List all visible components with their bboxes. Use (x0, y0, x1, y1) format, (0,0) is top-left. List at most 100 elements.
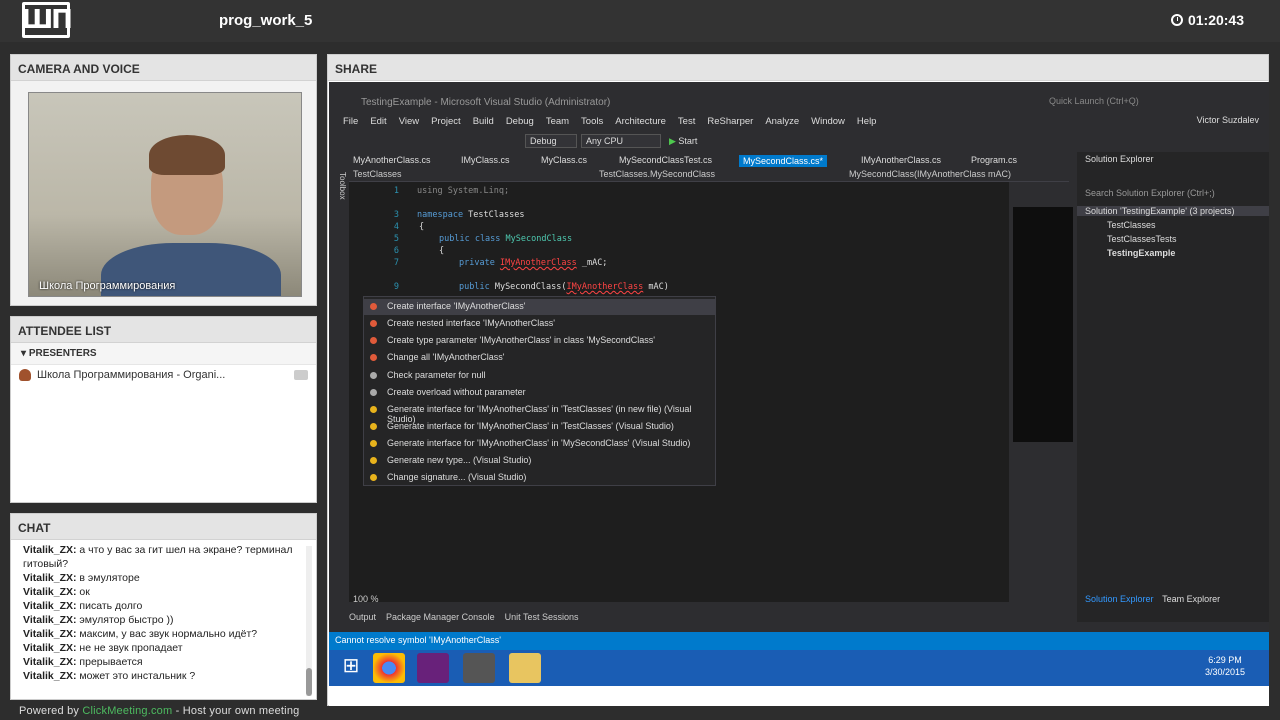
menu-item[interactable]: File (337, 113, 364, 131)
powered-rest: - Host your own meeting (172, 705, 300, 717)
bottom-tab[interactable]: Unit Test Sessions (505, 612, 579, 622)
webcam-video: Школа Программирования (28, 92, 302, 297)
speaker-icon[interactable] (294, 370, 308, 380)
quickfix-item[interactable]: Change signature... (Visual Studio) (364, 470, 716, 486)
video-caption: Школа Программирования (39, 280, 176, 292)
platform-dropdown[interactable]: Any CPU (581, 134, 661, 148)
editor-tab[interactable]: MySecondClassTest.cs (619, 155, 712, 165)
menu-item[interactable]: Help (851, 113, 883, 131)
quickfix-item[interactable]: Generate new type... (Visual Studio) (364, 453, 716, 469)
bottom-tab[interactable]: Output (349, 612, 376, 622)
quickfix-item[interactable]: Generate interface for 'IMyAnotherClass'… (364, 419, 716, 435)
code-line: { (439, 246, 445, 256)
code-line: public MySecondClass(IMyAnotherClass mAC… (459, 282, 669, 292)
quickfix-label: Create nested interface 'IMyAnotherClass… (387, 318, 556, 328)
chat-user: Vitalik_ZX: (23, 642, 77, 654)
quickfix-label: Check parameter for null (387, 370, 486, 380)
menu-item[interactable]: ReSharper (701, 113, 759, 131)
se-root[interactable]: Solution 'TestingExample' (3 projects) (1077, 206, 1269, 216)
te-tab[interactable]: Team Explorer (1162, 594, 1220, 604)
git-icon[interactable] (463, 653, 495, 683)
editor-tab[interactable]: MySecondClass.cs* (739, 155, 828, 167)
bottom-tab[interactable]: Package Manager Console (386, 612, 495, 622)
attendee-panel: ATTENDEE LIST ▾ PRESENTERS Школа Програм… (10, 316, 317, 503)
line-number: 9 (393, 282, 399, 292)
nav-project[interactable]: TestClasses (353, 169, 402, 179)
start-button[interactable]: ▶ Start (669, 136, 697, 147)
menu-item[interactable]: Analyze (759, 113, 805, 131)
clickmeeting-link[interactable]: ClickMeeting.com (82, 705, 172, 717)
line-number: 7 (393, 258, 399, 268)
powered-by: Powered by ClickMeeting.com - Host your … (19, 705, 299, 717)
visual-studio-icon[interactable] (417, 653, 449, 683)
windows-start-icon[interactable]: ⊞ (335, 653, 367, 683)
chat-user: Vitalik_ZX: (23, 656, 77, 668)
logo: ШП (21, 2, 73, 38)
se-search[interactable]: Search Solution Explorer (Ctrl+;) (1077, 188, 1269, 198)
chat-text: ок (79, 586, 90, 598)
se-project[interactable]: TestClassesTests (1077, 234, 1269, 244)
menu-item[interactable]: Project (425, 113, 467, 131)
quickfix-item[interactable]: Create type parameter 'IMyAnotherClass' … (364, 333, 716, 349)
shared-screen: TestingExample - Microsoft Visual Studio… (329, 82, 1269, 706)
quickfix-item[interactable]: Change all 'IMyAnotherClass' (364, 350, 716, 366)
bulb-icon (370, 389, 377, 396)
quickfix-item[interactable]: Check parameter for null (364, 368, 716, 384)
menu-item[interactable]: Edit (364, 113, 392, 131)
menu-item[interactable]: Build (467, 113, 500, 131)
editor-tab[interactable]: MyClass.cs (541, 155, 587, 165)
chat-scrollbar[interactable] (306, 546, 312, 696)
chat-user: Vitalik_ZX: (23, 628, 77, 640)
menu-item[interactable]: Tools (575, 113, 609, 131)
se-tabs[interactable]: Solution Explorer Team Explorer (1077, 594, 1269, 604)
editor-tab[interactable]: MyAnotherClass.cs (353, 155, 431, 165)
nav-bar: TestClasses TestClasses.MySecondClass My… (349, 168, 1069, 182)
chat-message: Vitalik_ZX: писать долго (23, 599, 304, 613)
chat-user: Vitalik_ZX: (23, 670, 77, 682)
system-clock: 6:29 PM 3/30/2015 (1205, 654, 1245, 678)
keyword: public (459, 282, 495, 292)
menu-item[interactable]: Team (540, 113, 575, 131)
quickfix-item[interactable]: Create overload without parameter (364, 385, 716, 401)
quickfix-item[interactable]: Generate interface for 'IMyAnotherClass'… (364, 436, 716, 452)
quickfix-item[interactable]: Create interface 'IMyAnotherClass' (364, 299, 716, 315)
bulb-icon (370, 354, 377, 361)
quickfix-item[interactable]: Generate interface for 'IMyAnotherClass'… (364, 402, 716, 424)
start-label: Start (678, 136, 698, 146)
se-tab[interactable]: Solution Explorer (1085, 594, 1154, 604)
editor-tab[interactable]: Program.cs (971, 155, 1017, 165)
editor-minimap[interactable] (1013, 207, 1073, 442)
menu-item[interactable]: View (393, 113, 425, 131)
menu-item[interactable]: Window (805, 113, 851, 131)
quick-launch[interactable]: Quick Launch (Ctrl+Q) (1049, 96, 1139, 106)
toolbox-strip[interactable]: Toolbox (337, 168, 349, 588)
chat-message: Vitalik_ZX: а что у вас за гит шел на эк… (23, 543, 304, 571)
chrome-icon[interactable] (373, 653, 405, 683)
keyword: namespace (417, 210, 464, 220)
editor-tab[interactable]: IMyAnotherClass.cs (861, 155, 941, 165)
nav-type[interactable]: TestClasses.MySecondClass (599, 169, 715, 179)
folder-icon[interactable] (509, 653, 541, 683)
code-line: using System.Linq; (417, 186, 510, 196)
nav-member[interactable]: MySecondClass(IMyAnotherClass mAC) (849, 169, 1011, 179)
editor-tab[interactable]: IMyClass.cs (461, 155, 510, 165)
chat-message: Vitalik_ZX: эмулятор быстро )) (23, 613, 304, 627)
se-project[interactable]: TestingExample (1077, 248, 1269, 258)
menu-item[interactable]: Test (672, 113, 701, 131)
attendee-row[interactable]: Школа Программирования - Organi... (11, 365, 316, 385)
quickfix-item[interactable]: Create nested interface 'IMyAnotherClass… (364, 316, 716, 332)
vs-user[interactable]: Victor Suzdalev (1197, 115, 1259, 125)
zoom-level[interactable]: 100 % (353, 594, 379, 604)
bulb-icon (370, 423, 377, 430)
menu-item[interactable]: Debug (500, 113, 540, 131)
config-dropdown[interactable]: Debug (525, 134, 577, 148)
presenter-hair (149, 135, 225, 175)
menu-item[interactable]: Architecture (609, 113, 672, 131)
chat-text: писать долго (79, 600, 143, 612)
chat-text: максим, у вас звук нормально идёт? (79, 628, 258, 640)
presenters-group[interactable]: ▾ PRESENTERS (11, 343, 316, 365)
windows-taskbar: ⊞ 6:29 PM 3/30/2015 (329, 650, 1269, 686)
se-project[interactable]: TestClasses (1077, 220, 1269, 230)
bulb-icon (370, 303, 377, 310)
scroll-thumb[interactable] (306, 668, 312, 696)
